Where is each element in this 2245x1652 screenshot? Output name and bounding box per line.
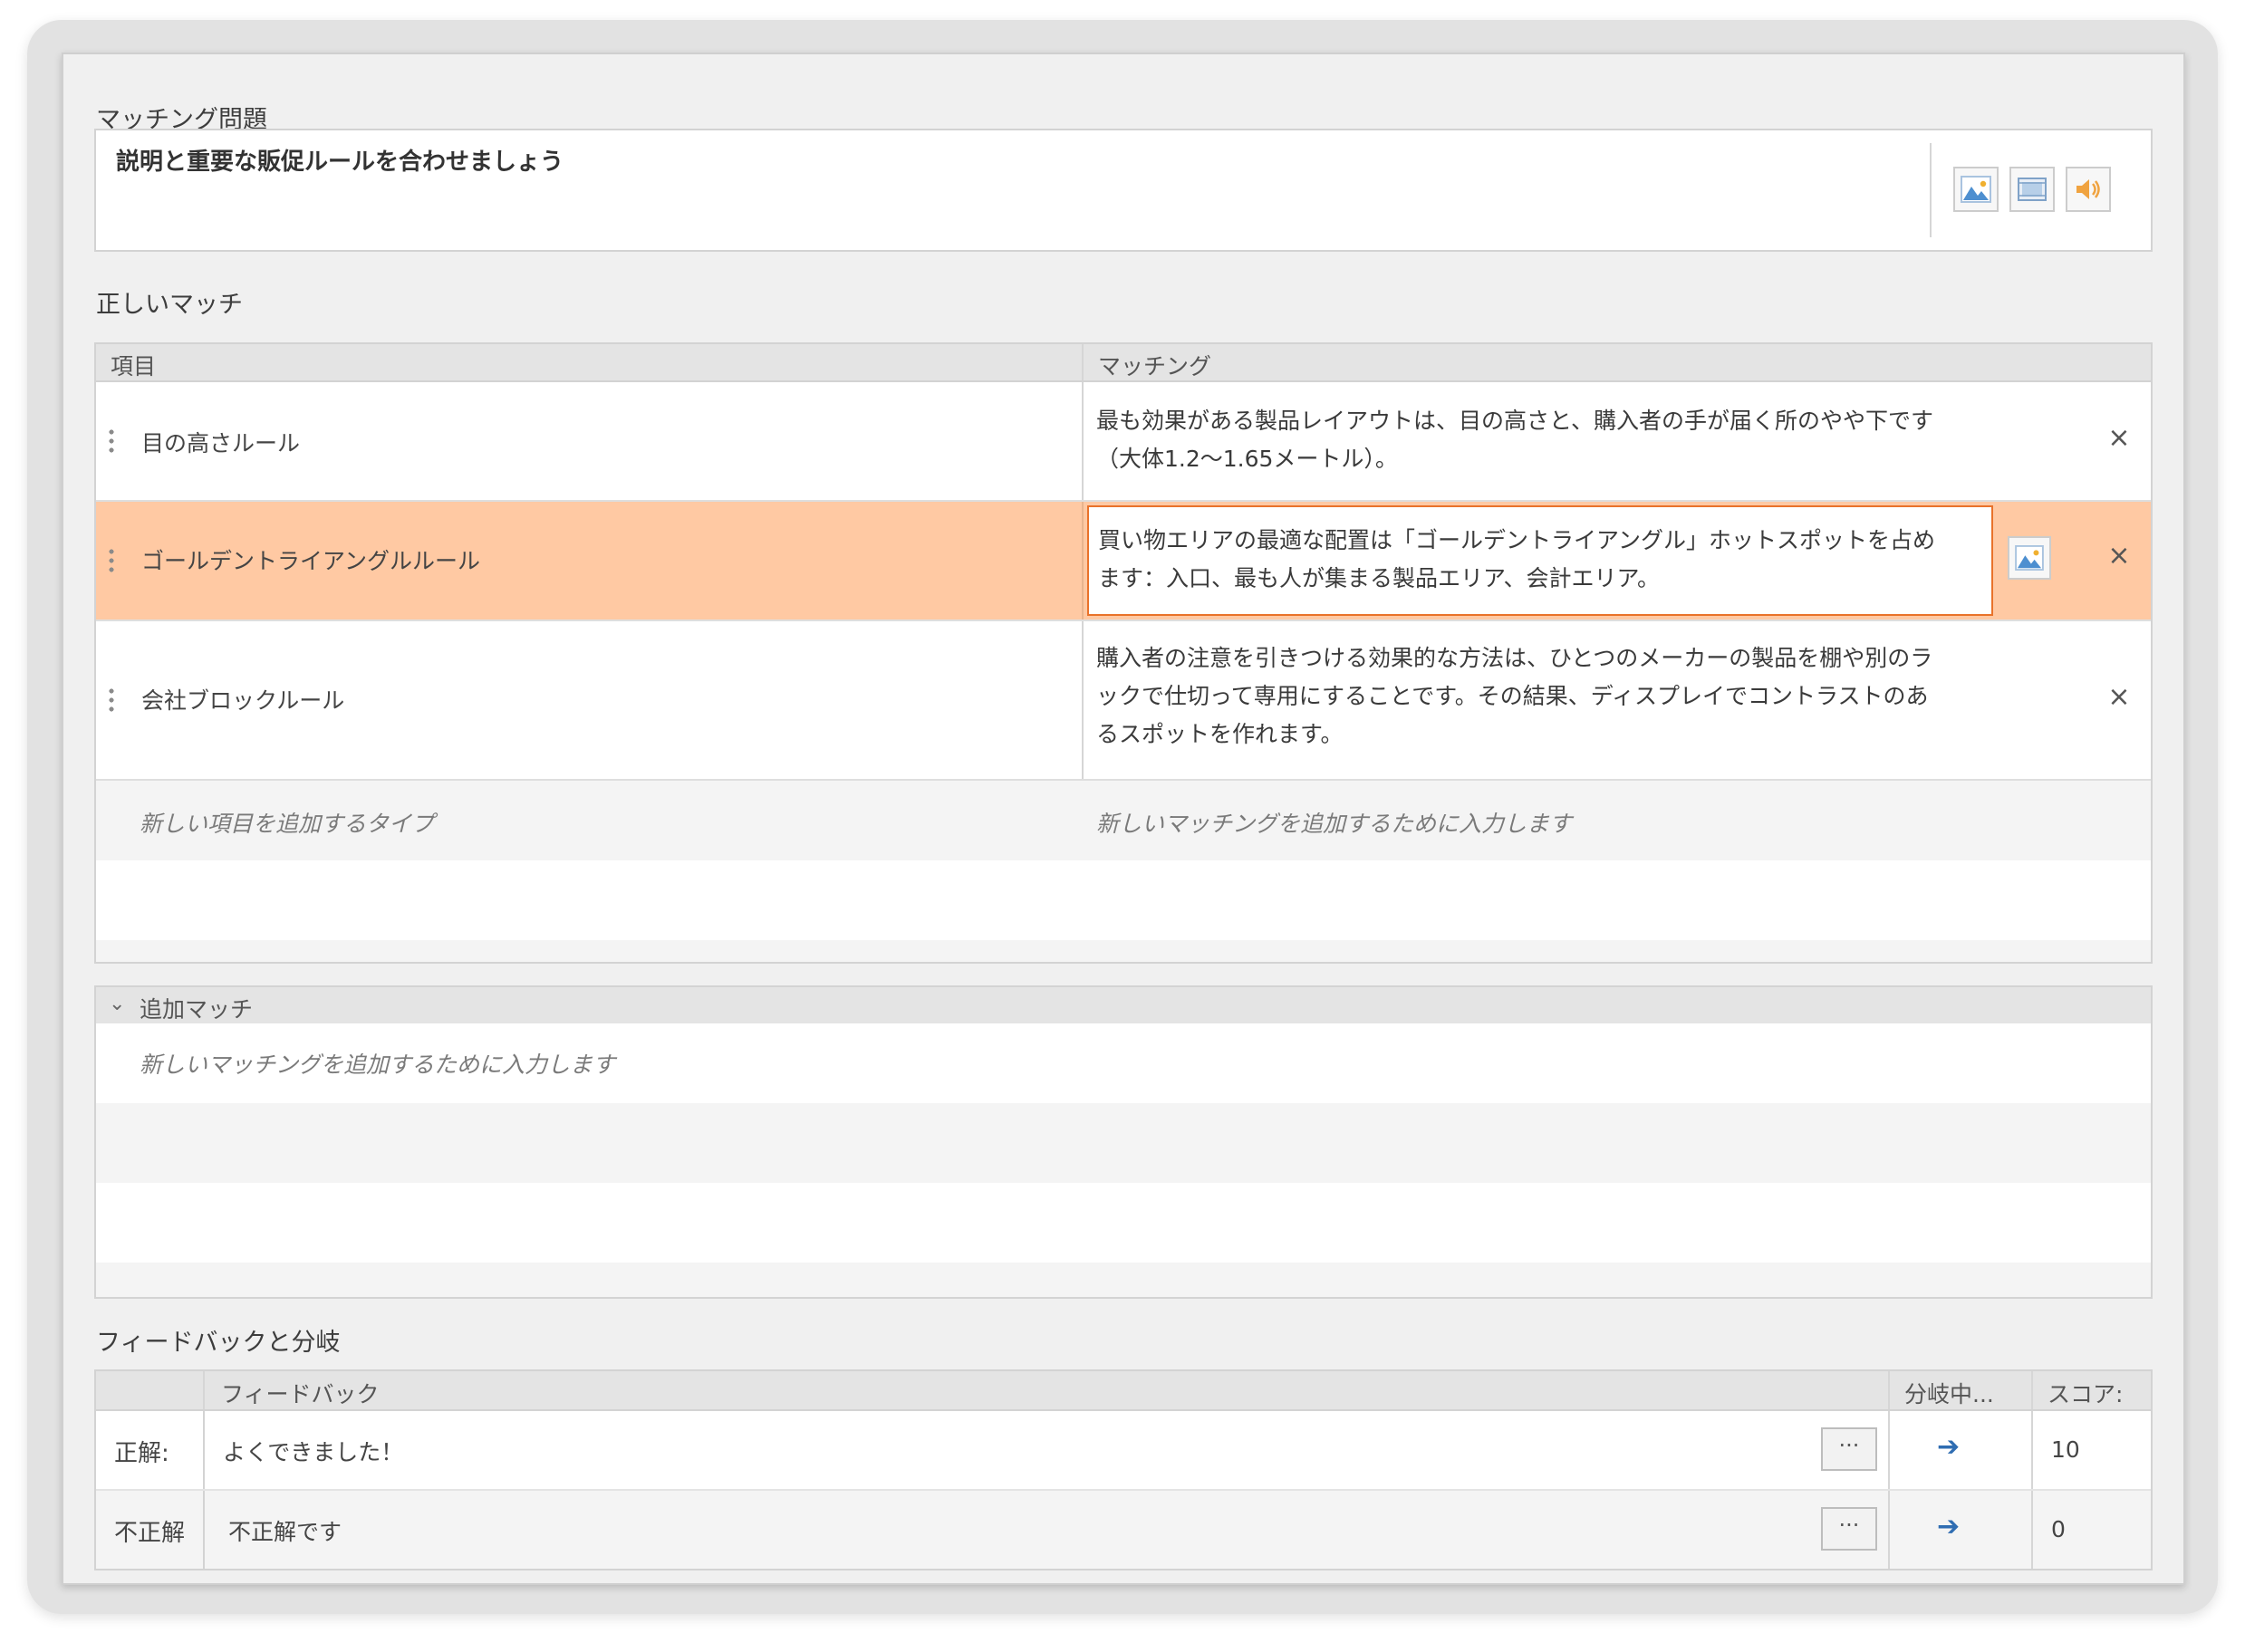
feedback-table: フィードバック 分岐中... スコア: 正解: よくできました！ ··· ➔ 1… xyxy=(94,1369,2153,1570)
more-options-button[interactable]: ··· xyxy=(1821,1427,1877,1471)
column-divider xyxy=(203,1491,205,1569)
insert-image-button[interactable] xyxy=(1953,167,1999,212)
match-row-selected[interactable]: ゴールデントライアングルルール 買い物エリアの最適な配置は「ゴールデントライアン… xyxy=(96,502,2151,621)
additional-match-input[interactable]: 新しいマッチングを追加するために入力します xyxy=(140,1047,615,1080)
match-text[interactable]: 購入者の注意を引きつける効果的な方法は、ひとつのメーカーの製品を棚や別のラ ック… xyxy=(1096,639,2002,754)
header-divider xyxy=(1082,344,1084,380)
empty-row xyxy=(96,1103,2151,1183)
header-score: スコア: xyxy=(2047,1381,2124,1407)
score-input[interactable]: 10 xyxy=(2051,1436,2080,1463)
add-item-input[interactable]: 新しい項目を追加するタイプ xyxy=(140,806,434,839)
empty-row xyxy=(96,1263,2151,1297)
remove-row-close-icon[interactable]: × xyxy=(2105,540,2133,571)
branch-arrow-icon[interactable]: ➔ xyxy=(1937,1511,1960,1542)
match-row[interactable]: 目の高さルール 最も効果がある製品レイアウトは、目の高さと、購入者の手が届く所の… xyxy=(96,382,2151,502)
match-text-line: 最も効果がある製品レイアウトは、目の高さと、購入者の手が届く所のやや下です xyxy=(1096,408,1934,434)
feedback-text-input[interactable]: よくできました！ xyxy=(223,1435,403,1467)
image-icon xyxy=(1961,176,1991,203)
match-text[interactable]: 買い物エリアの最適な配置は「ゴールデントライアングル」ホットスポットを占め ます… xyxy=(1098,522,1986,598)
additional-matches-table: ⌄ 追加マッチ 新しいマッチングを追加するために入力します xyxy=(94,985,2153,1299)
match-text-line: ックで仕切って専用にすることです。その結果、ディスプレイでコントラストのあ xyxy=(1096,683,1929,709)
item-label[interactable]: ゴールデントライアングルルール xyxy=(141,543,480,576)
more-options-button[interactable]: ··· xyxy=(1821,1507,1877,1551)
column-divider xyxy=(1888,1491,1890,1569)
match-text-line: 買い物エリアの最適な配置は「ゴールデントライアングル」ホットスポットを占め xyxy=(1098,527,1936,553)
feedback-key: 正解: xyxy=(114,1440,169,1467)
match-text-line: ます：入口、最も人が集まる製品エリア、会計エリア。 xyxy=(1098,565,1661,591)
header-match: マッチング xyxy=(1098,353,1212,379)
row-divider xyxy=(1082,382,1084,500)
question-divider xyxy=(1930,143,1932,237)
additional-match-input-row[interactable]: 新しいマッチングを追加するために入力します xyxy=(96,1023,2151,1103)
feedback-section-label: フィードバックと分岐 xyxy=(96,1329,341,1357)
match-text-line: るスポットを作れます。 xyxy=(1096,721,1344,747)
question-input[interactable]: 説明と重要な販促ルールを合わせましょう xyxy=(94,129,2153,252)
branch-arrow-icon[interactable]: ➔ xyxy=(1937,1431,1960,1463)
header-item: 項目 xyxy=(111,353,157,379)
column-divider xyxy=(1888,1411,1890,1489)
match-edit-field[interactable]: 買い物エリアの最適な配置は「ゴールデントライアングル」ホットスポットを占め ます… xyxy=(1087,505,1993,616)
additional-matches-header[interactable]: ⌄ 追加マッチ xyxy=(96,987,2151,1023)
column-divider xyxy=(203,1411,205,1489)
column-divider xyxy=(2031,1491,2033,1569)
add-match-row[interactable]: 新しい項目を追加するタイプ 新しいマッチングを追加するために入力します xyxy=(96,781,2151,860)
header-branch: 分岐中... xyxy=(1904,1381,1994,1407)
item-label[interactable]: 目の高さルール xyxy=(141,426,300,458)
chevron-down-icon[interactable]: ⌄ xyxy=(109,993,125,1015)
insert-video-button[interactable] xyxy=(2009,167,2055,212)
empty-row xyxy=(96,940,2151,962)
feedback-text-input[interactable]: 不正解です xyxy=(228,1514,342,1547)
remove-row-close-icon[interactable]: × xyxy=(2105,681,2133,713)
match-text-line: 購入者の注意を引きつける効果的な方法は、ひとつのメーカーの製品を棚や別のラ xyxy=(1096,645,1933,671)
match-text-line: （大体1.2～1.65メートル）。 xyxy=(1096,446,1398,472)
feedback-table-header: フィードバック 分岐中... スコア: xyxy=(96,1371,2151,1411)
column-divider xyxy=(1888,1371,1890,1409)
row-divider xyxy=(1082,502,1084,620)
feedback-row-correct: 正解: よくできました！ ··· ➔ 10 xyxy=(96,1411,2151,1491)
audio-icon xyxy=(2076,179,2100,199)
column-divider xyxy=(203,1371,205,1409)
drag-handle-icon[interactable] xyxy=(109,687,114,716)
item-label[interactable]: 会社ブロックルール xyxy=(141,683,344,716)
column-divider xyxy=(2031,1411,2033,1489)
empty-row xyxy=(96,860,2151,940)
additional-matches-label: 追加マッチ xyxy=(140,996,254,1023)
image-icon xyxy=(2015,545,2044,571)
insert-audio-button[interactable] xyxy=(2066,167,2111,212)
add-match-input[interactable]: 新しいマッチングを追加するために入力します xyxy=(1096,806,1572,839)
empty-row xyxy=(96,1183,2151,1263)
window-frame: マッチング問題 説明と重要な販促ルールを合わせましょう 正しいマッチ 項目 マッ… xyxy=(27,20,2218,1614)
matches-section-label: 正しいマッチ xyxy=(96,291,243,319)
video-icon xyxy=(2018,178,2047,201)
question-editor-panel: マッチング問題 説明と重要な販促ルールを合わせましょう 正しいマッチ 項目 マッ… xyxy=(62,53,2185,1585)
match-text[interactable]: 最も効果がある製品レイアウトは、目の高さと、購入者の手が届く所のやや下です （大… xyxy=(1096,402,2002,478)
drag-handle-icon[interactable] xyxy=(109,427,114,456)
header-feedback: フィードバック xyxy=(221,1381,380,1407)
score-input[interactable]: 0 xyxy=(2051,1516,2066,1542)
drag-handle-icon[interactable] xyxy=(109,547,114,576)
feedback-key: 不正解 xyxy=(114,1520,186,1547)
row-divider xyxy=(1082,621,1084,779)
matches-table-header: 項目 マッチング xyxy=(96,344,2151,382)
feedback-row-incorrect: 不正解 不正解です ··· ➔ 0 xyxy=(96,1491,2151,1569)
row-insert-image-button[interactable] xyxy=(2008,536,2051,580)
column-divider xyxy=(2031,1371,2033,1409)
remove-row-close-icon[interactable]: × xyxy=(2105,422,2133,454)
question-text[interactable]: 説明と重要な販促ルールを合わせましょう xyxy=(116,143,564,177)
match-row[interactable]: 会社ブロックルール 購入者の注意を引きつける効果的な方法は、ひとつのメーカーの製… xyxy=(96,621,2151,781)
matches-table: 項目 マッチング 目の高さルール 最も効果がある製品レイアウトは、目の高さと、購… xyxy=(94,342,2153,964)
